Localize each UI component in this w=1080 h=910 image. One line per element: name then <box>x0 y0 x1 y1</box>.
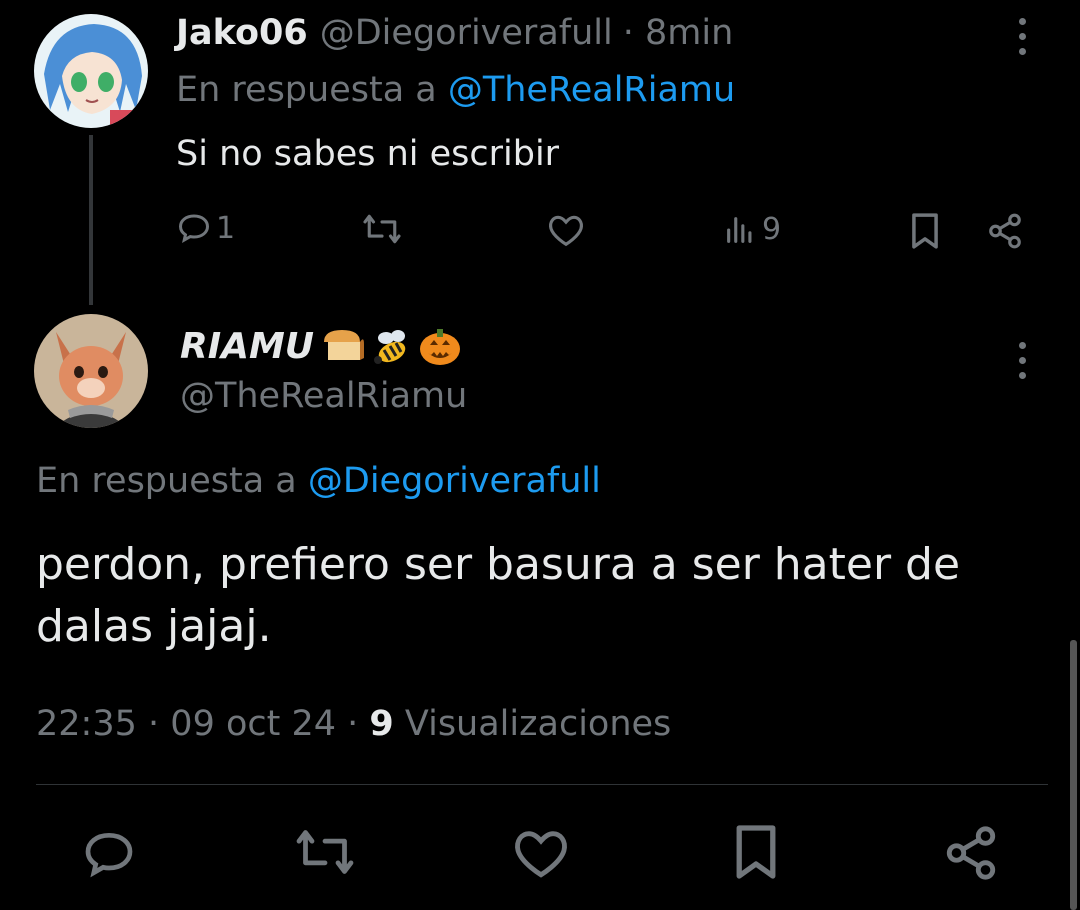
tweet-header: Jako06 @Diegoriverafull · 8min <box>176 10 733 56</box>
tweet-time[interactable]: · 8min <box>623 13 734 53</box>
share-icon[interactable] <box>942 824 1000 882</box>
bookmark-icon[interactable] <box>908 212 942 250</box>
analytics-icon <box>722 213 758 247</box>
reply-context: En respuesta a @Diegoriverafull <box>36 461 601 501</box>
retweet-icon[interactable] <box>360 212 404 246</box>
tweet-date[interactable]: 09 oct 24 <box>170 704 336 744</box>
tweet-time[interactable]: 22:35 <box>36 704 137 744</box>
scrollbar[interactable] <box>1070 640 1077 910</box>
more-options-icon[interactable] <box>1019 342 1026 379</box>
view-count: 9 <box>762 212 782 247</box>
comment-icon <box>176 210 212 246</box>
pumpkin-emoji-icon <box>416 325 464 367</box>
views-count[interactable]: 9 <box>369 704 393 744</box>
display-name[interactable]: RIAMU <box>180 326 314 367</box>
divider <box>36 784 1048 785</box>
meta-separator: · <box>347 704 359 744</box>
more-options-icon[interactable] <box>1019 18 1026 55</box>
reply-context: En respuesta a @TheRealRiamu <box>176 70 735 110</box>
user-handle[interactable]: @Diegoriverafull <box>320 13 613 53</box>
tweet-text-line-1: perdon, prefiero ser basura a ser hater … <box>36 539 961 590</box>
tweet-text-line-2: dalas jajaj. <box>36 601 272 652</box>
retweet-icon[interactable] <box>292 826 358 878</box>
like-icon[interactable] <box>547 212 585 248</box>
meta-separator: · <box>148 704 160 744</box>
reply-to-mention[interactable]: @TheRealRiamu <box>448 70 735 110</box>
reply-to-mention[interactable]: @Diegoriverafull <box>308 461 601 501</box>
display-name[interactable]: Jako06 <box>176 13 308 53</box>
views-label[interactable]: Visualizaciones <box>405 704 671 744</box>
views-action[interactable]: 9 <box>722 212 781 247</box>
tweet-meta: 22:35 · 09 oct 24 · 9 Visualizaciones <box>36 704 671 744</box>
reply-action[interactable]: 1 <box>176 210 235 246</box>
thread-connector-line <box>89 135 93 305</box>
avatar-jako06[interactable] <box>34 14 148 128</box>
user-handle[interactable]: @TheRealRiamu <box>180 376 467 416</box>
bread-emoji-icon <box>320 326 368 366</box>
author-name-row: RIAMU <box>180 322 464 370</box>
reply-prefix: En respuesta a <box>36 461 297 501</box>
reply-prefix: En respuesta a <box>176 70 437 110</box>
like-icon[interactable] <box>512 826 570 880</box>
reply-count: 1 <box>216 210 236 246</box>
reply-icon[interactable] <box>80 826 138 882</box>
bookmark-icon[interactable] <box>732 822 780 882</box>
bee-emoji-icon <box>368 326 416 366</box>
avatar-riamu[interactable] <box>34 314 148 428</box>
tweet-text: Si no sabes ni escribir <box>176 134 560 174</box>
share-icon[interactable] <box>986 212 1024 250</box>
tweet-text: perdon, prefiero ser basura a ser hater … <box>36 534 960 658</box>
